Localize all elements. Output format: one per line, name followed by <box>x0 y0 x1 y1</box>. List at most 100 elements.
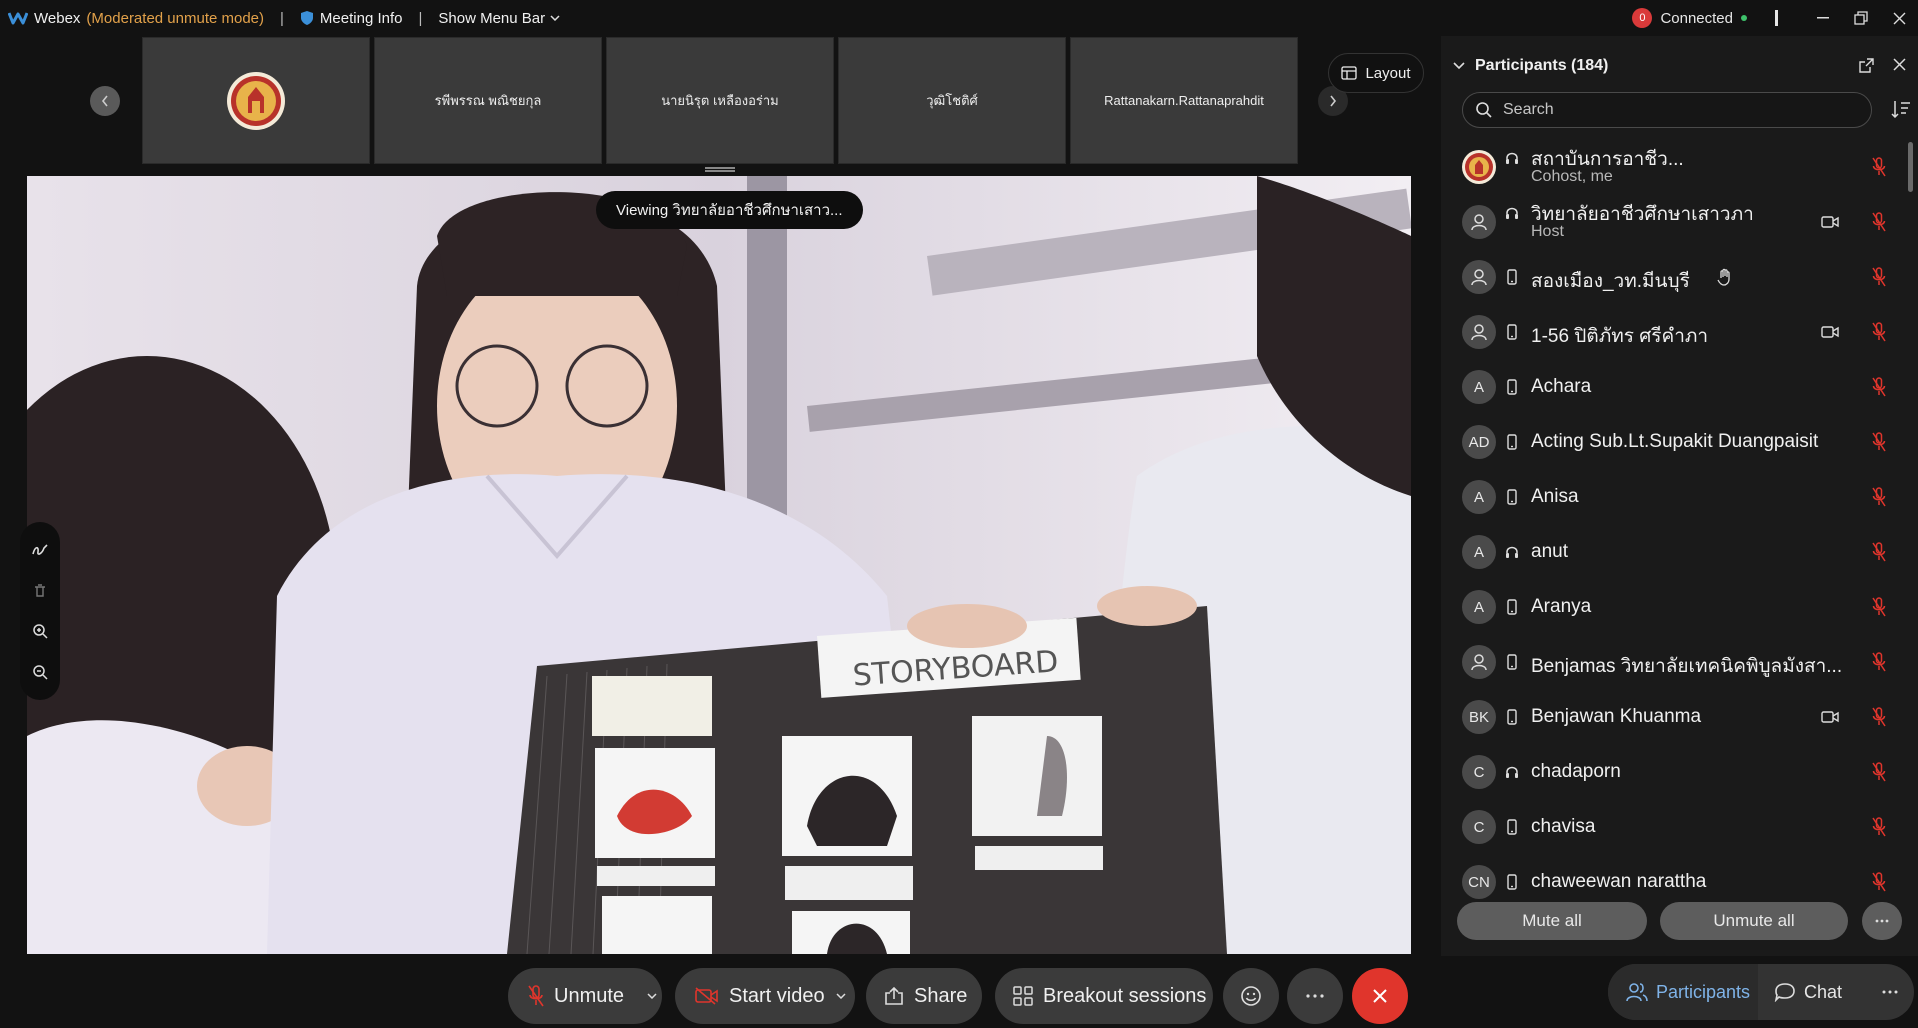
user-icon <box>1471 324 1487 341</box>
participant-row[interactable]: BK Benjawan Khuanma <box>1441 690 1901 745</box>
chat-tab[interactable]: Chat <box>1774 964 1860 1020</box>
participant-row[interactable]: สองเมือง_วท.มีนบุรี <box>1441 250 1901 305</box>
collapse-panel-button[interactable] <box>1453 62 1465 70</box>
shared-content-view: STORYBOARD <box>27 176 1411 954</box>
participant-row[interactable]: A Aranya <box>1441 580 1901 635</box>
avatar: BK <box>1462 700 1496 734</box>
participant-row[interactable]: Cchadaporn <box>1441 745 1901 800</box>
participant-muted-icon[interactable] <box>1872 872 1886 897</box>
participant-muted-icon[interactable] <box>1872 817 1886 842</box>
share-button[interactable]: Share <box>866 968 982 1024</box>
participant-name: chadaporn <box>1531 761 1621 782</box>
zoom-in-icon[interactable] <box>32 623 48 639</box>
video-options-button[interactable] <box>827 968 855 1024</box>
participant-thumbnail[interactable]: รพีพรรณ พณิชยกุล <box>374 37 602 164</box>
participant-name: Benjawan Khuanma <box>1531 706 1702 727</box>
headset-icon <box>1504 764 1520 780</box>
more-participant-options-button[interactable] <box>1862 902 1902 940</box>
thumbnail-label: Rattanakarn.Rattanaprahdit <box>1104 93 1264 108</box>
participants-panel: Participants (184) สถาบันการอาชีว...Coho… <box>1441 36 1918 956</box>
participant-muted-icon[interactable] <box>1872 762 1886 787</box>
strip-resize-handle[interactable] <box>705 167 735 172</box>
participant-muted-icon[interactable] <box>1872 432 1886 457</box>
participant-muted-icon[interactable] <box>1872 212 1886 237</box>
participant-name: Acting Sub.Lt.Supakit Duangpaisit <box>1531 431 1819 452</box>
institution-logo-icon <box>227 71 285 130</box>
chat-icon <box>1774 983 1795 1002</box>
reactions-button[interactable] <box>1223 968 1279 1024</box>
participant-row[interactable]: สถาบันการอาชีว... Cohost, me <box>1441 140 1901 195</box>
audio-options-button[interactable] <box>638 968 666 1024</box>
pop-out-panel-button[interactable] <box>1859 58 1874 78</box>
participant-muted-icon[interactable] <box>1872 377 1886 402</box>
participant-name: Aranya <box>1531 596 1592 617</box>
participant-row[interactable]: วิทยาลัยอาชีวศึกษาเสาวภา Host <box>1441 195 1901 250</box>
more-panels-button[interactable] <box>1870 964 1910 1020</box>
participants-tab-label: Participants <box>1656 981 1751 1002</box>
participant-muted-icon[interactable] <box>1872 597 1886 622</box>
video-thumbnail-strip: รพีพรรณ พณิชยกุล นายนิรุต เหลืองอร่าม วุ… <box>0 36 1440 174</box>
thumbnail-label: รพีพรรณ พณิชยกุล <box>434 93 542 108</box>
zoom-out-icon[interactable] <box>32 664 48 680</box>
shared-video-frame: STORYBOARD <box>27 176 1411 954</box>
chevron-down-icon <box>647 993 657 999</box>
raised-hand-icon <box>1717 268 1733 291</box>
participant-muted-icon[interactable] <box>1872 487 1886 512</box>
close-icon <box>1893 12 1905 24</box>
participant-muted-icon[interactable] <box>1872 157 1886 182</box>
participant-search[interactable] <box>1462 92 1872 128</box>
close-window-button[interactable] <box>1880 0 1918 36</box>
participant-row[interactable]: Benjamas วิทยาลัยเทคนิคพิบูลมังสา... <box>1441 635 1901 690</box>
phone-icon <box>1504 379 1520 395</box>
participant-list-scrollbar[interactable] <box>1908 142 1913 192</box>
participant-muted-icon[interactable] <box>1872 542 1886 567</box>
restore-button[interactable] <box>1842 0 1880 36</box>
leave-meeting-button[interactable] <box>1352 968 1408 1024</box>
search-input[interactable] <box>1503 101 1843 119</box>
participant-thumbnail[interactable]: วุฒิโชติศ์ <box>838 37 1066 164</box>
close-panel-button[interactable] <box>1893 58 1906 76</box>
pen-icon[interactable] <box>31 542 49 558</box>
thumbnail-label: นายนิรุต เหลืองอร่าม <box>661 93 779 108</box>
microphone-muted-icon <box>528 985 544 1007</box>
participant-thumbnail[interactable]: นายนิรุต เหลืองอร่าม <box>606 37 834 164</box>
participant-thumbnail[interactable] <box>142 37 370 164</box>
layout-button[interactable]: Layout <box>1328 53 1424 93</box>
more-icon <box>1875 919 1889 923</box>
more-options-button[interactable] <box>1287 968 1343 1024</box>
unmute-button[interactable]: Unmute <box>508 968 662 1024</box>
avatar <box>1462 260 1496 294</box>
share-icon <box>885 987 903 1005</box>
participant-row[interactable]: 1-56 ปิติภัทร ศรีคำภา <box>1441 305 1901 360</box>
search-icon <box>1476 102 1492 118</box>
meeting-controls: Unmute Start video Share Breakout sessio… <box>0 956 1440 1028</box>
participant-row[interactable]: AD Acting Sub.Lt.Supakit Duangpaisit <box>1441 415 1901 470</box>
participant-row[interactable]: Cchavisa <box>1441 800 1901 855</box>
participant-muted-icon[interactable] <box>1872 707 1886 732</box>
institution-logo-icon <box>1463 151 1495 183</box>
participant-muted-icon[interactable] <box>1872 322 1886 347</box>
start-video-button[interactable]: Start video <box>675 968 855 1024</box>
participants-tab[interactable]: Participants <box>1608 964 1758 1020</box>
participant-name: วิทยาลัยอาชีวศึกษาเสาวภา <box>1531 204 1754 225</box>
unmute-all-button[interactable]: Unmute all <box>1660 902 1848 940</box>
participant-row[interactable]: A Anisa <box>1441 470 1901 525</box>
show-menu-bar-button[interactable]: Show Menu Bar <box>438 10 560 27</box>
previous-thumbnails-button[interactable] <box>90 86 120 116</box>
avatar: AD <box>1462 425 1496 459</box>
participant-muted-icon[interactable] <box>1872 652 1886 677</box>
layout-icon <box>1341 66 1358 80</box>
participant-name: Benjamas วิทยาลัยเทคนิคพิบูลมังสา... <box>1531 656 1843 677</box>
participant-name: Anisa <box>1531 486 1579 507</box>
participant-row[interactable]: Aanut <box>1441 525 1901 580</box>
avatar: A <box>1462 590 1496 624</box>
sort-participants-button[interactable] <box>1891 100 1911 123</box>
participant-row[interactable]: A Achara <box>1441 360 1901 415</box>
breakout-sessions-button[interactable]: Breakout sessions <box>995 968 1213 1024</box>
eraser-icon[interactable] <box>32 583 48 599</box>
participant-thumbnail[interactable]: Rattanakarn.Rattanaprahdit <box>1070 37 1298 164</box>
meeting-info-button[interactable]: Meeting Info <box>300 10 402 27</box>
participant-muted-icon[interactable] <box>1872 267 1886 292</box>
mute-all-button[interactable]: Mute all <box>1457 902 1647 940</box>
minimize-button[interactable] <box>1804 0 1842 36</box>
